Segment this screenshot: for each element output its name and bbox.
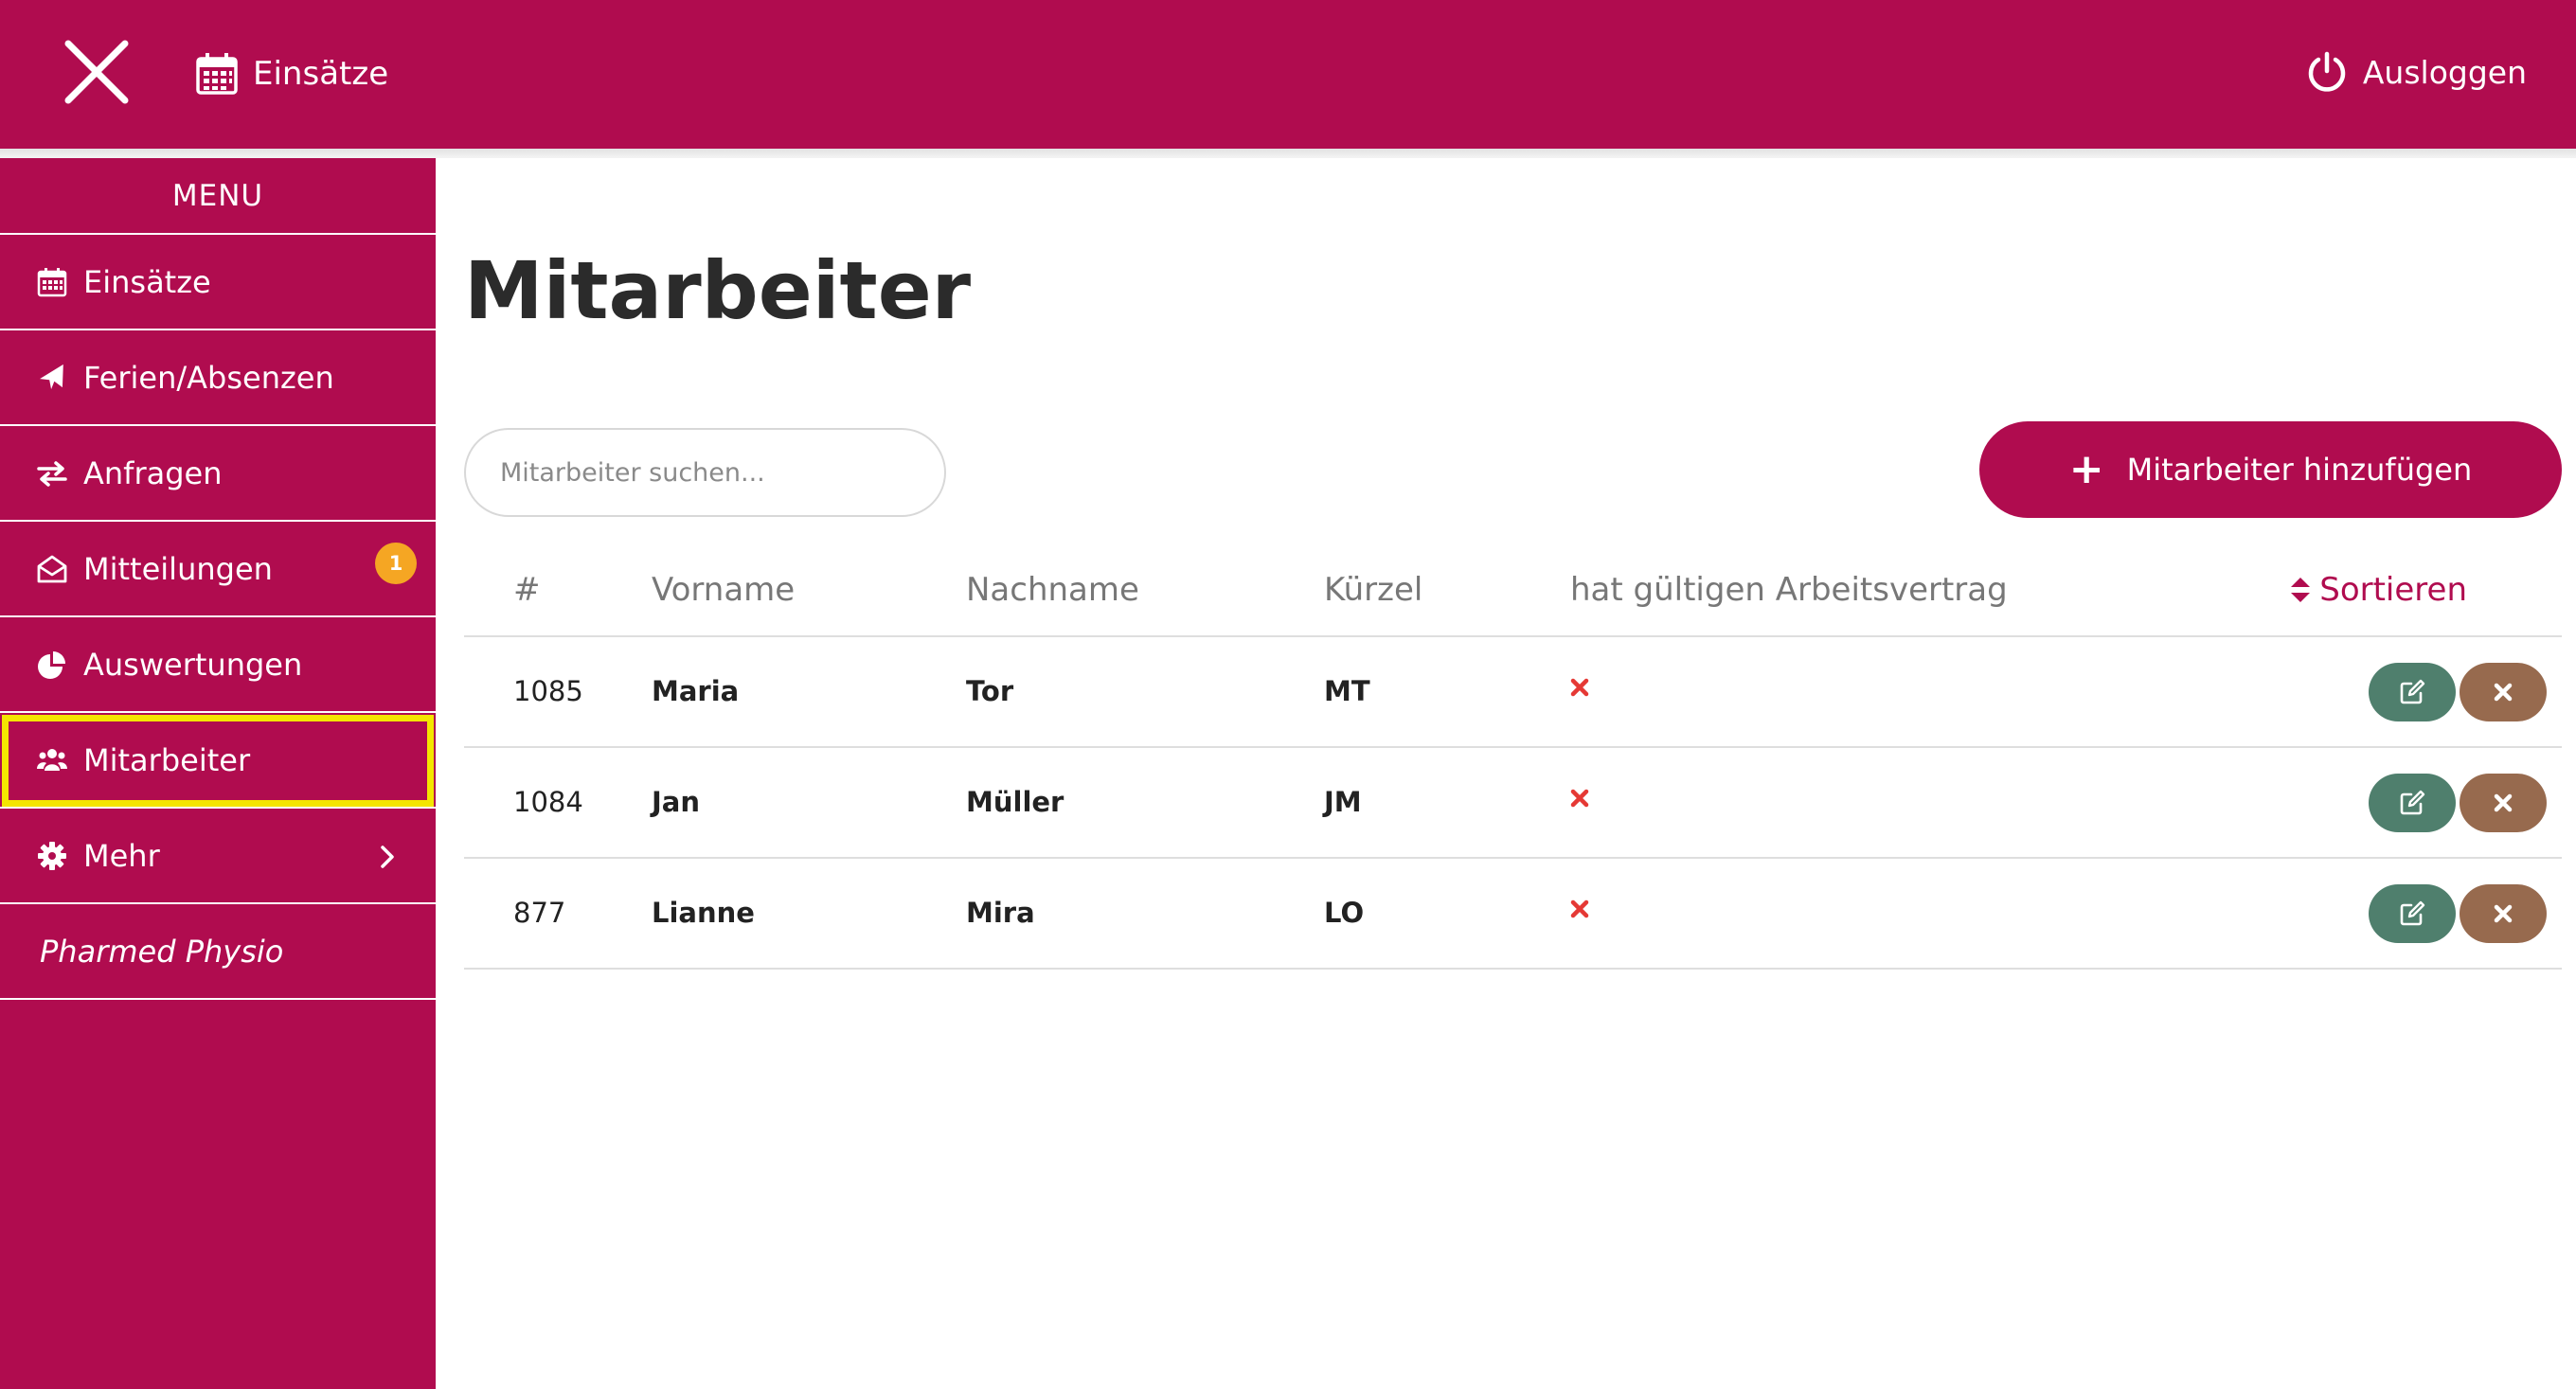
calendar-icon xyxy=(196,53,238,95)
edit-button[interactable] xyxy=(2369,884,2456,943)
sidebar-item-label: Auswertungen xyxy=(83,646,303,683)
top-bar: Einsätze Ausloggen xyxy=(0,0,2576,149)
close-icon xyxy=(64,40,129,104)
table-header: # Vorname Nachname Kürzel hat gültigen A… xyxy=(464,544,2562,637)
close-icon xyxy=(2494,793,2513,812)
cell-short: MT xyxy=(1324,675,1370,707)
pie-chart-icon xyxy=(36,649,68,681)
cell-first-name: Lianne xyxy=(652,897,755,929)
table-row: 1084 Jan Müller JM xyxy=(464,748,2562,859)
cell-id: 877 xyxy=(513,897,566,929)
sidebar-item-mitarbeiter[interactable]: Mitarbeiter xyxy=(0,713,436,809)
notification-badge: 1 xyxy=(375,543,417,584)
logout-button[interactable]: Ausloggen xyxy=(2306,44,2527,100)
gear-icon xyxy=(36,840,68,872)
no-contract-icon xyxy=(1570,899,1589,918)
close-icon xyxy=(2494,683,2513,702)
cell-id: 1084 xyxy=(513,786,583,818)
sidebar-item-label: Mitteilungen xyxy=(83,550,273,587)
cell-last-name: Tor xyxy=(966,675,1014,707)
cell-first-name: Jan xyxy=(652,786,701,818)
cell-short: LO xyxy=(1324,897,1365,929)
edit-button[interactable] xyxy=(2369,774,2456,832)
plus-icon: + xyxy=(2068,445,2104,493)
top-nav-label: Einsätze xyxy=(253,55,389,93)
plane-icon xyxy=(36,362,68,394)
page-title: Mitarbeiter xyxy=(464,244,972,337)
cell-first-name: Maria xyxy=(652,675,740,707)
chevron-right-icon xyxy=(381,846,394,868)
sidebar-item-auswertungen[interactable]: Auswertungen xyxy=(0,617,436,713)
add-employee-button[interactable]: + Mitarbeiter hinzufügen xyxy=(1979,421,2562,518)
top-nav-einsaetze[interactable]: Einsätze xyxy=(194,45,388,102)
table-row: 1085 Maria Tor MT xyxy=(464,637,2562,748)
exchange-icon xyxy=(36,457,68,490)
table-row: 877 Lianne Mira LO xyxy=(464,859,2562,970)
sidebar-item-label: Mehr xyxy=(83,837,160,874)
sidebar-item-einsaetze[interactable]: Einsätze xyxy=(0,235,436,330)
sidebar-item-label: Anfragen xyxy=(83,454,223,491)
edit-icon xyxy=(2400,900,2425,926)
header-last-name: Nachname xyxy=(966,571,1139,609)
sidebar-item-anfragen[interactable]: Anfragen xyxy=(0,426,436,522)
sidebar-item-label: Einsätze xyxy=(83,263,211,300)
delete-button[interactable] xyxy=(2460,884,2547,943)
sidebar: MENU Einsätze Ferien/Absenzen Anfragen M… xyxy=(0,158,436,1389)
header-first-name: Vorname xyxy=(652,571,796,609)
power-icon xyxy=(2308,51,2346,92)
add-employee-label: Mitarbeiter hinzufügen xyxy=(2126,452,2473,488)
sidebar-item-label: Ferien/Absenzen xyxy=(83,359,334,396)
no-contract-icon xyxy=(1570,678,1589,697)
sidebar-company-name: Pharmed Physio xyxy=(0,904,436,1000)
sort-icon xyxy=(2291,578,2311,602)
edit-button[interactable] xyxy=(2369,663,2456,721)
sidebar-item-label: Mitarbeiter xyxy=(83,741,251,778)
cell-last-name: Müller xyxy=(966,786,1064,818)
delete-button[interactable] xyxy=(2460,774,2547,832)
cell-id: 1085 xyxy=(513,675,583,707)
search-input[interactable] xyxy=(464,428,946,517)
no-contract-icon xyxy=(1570,789,1589,808)
edit-icon xyxy=(2400,790,2425,815)
sidebar-item-mehr[interactable]: Mehr xyxy=(0,809,436,904)
sort-label: Sortieren xyxy=(2319,571,2467,609)
users-icon xyxy=(36,744,68,776)
cell-short: JM xyxy=(1324,786,1362,818)
sidebar-item-mitteilungen[interactable]: Mitteilungen 1 xyxy=(0,522,436,617)
sidebar-item-ferien-absenzen[interactable]: Ferien/Absenzen xyxy=(0,330,436,426)
cell-last-name: Mira xyxy=(966,897,1035,929)
close-icon xyxy=(2494,904,2513,923)
employee-table: # Vorname Nachname Kürzel hat gültigen A… xyxy=(464,544,2562,970)
envelope-open-icon xyxy=(36,553,68,585)
close-menu-button[interactable] xyxy=(59,34,134,110)
header-short: Kürzel xyxy=(1324,571,1423,609)
edit-icon xyxy=(2400,679,2425,704)
delete-button[interactable] xyxy=(2460,663,2547,721)
header-contract: hat gültigen Arbeitsvertrag xyxy=(1570,571,2008,609)
calendar-icon xyxy=(36,266,68,298)
company-name-label: Pharmed Physio xyxy=(40,933,284,970)
logout-label: Ausloggen xyxy=(2362,53,2527,91)
menu-title: MENU xyxy=(0,158,436,235)
sort-button[interactable]: Sortieren xyxy=(2289,571,2467,609)
header-id: # xyxy=(513,571,541,609)
topbar-shadow xyxy=(0,149,2576,158)
